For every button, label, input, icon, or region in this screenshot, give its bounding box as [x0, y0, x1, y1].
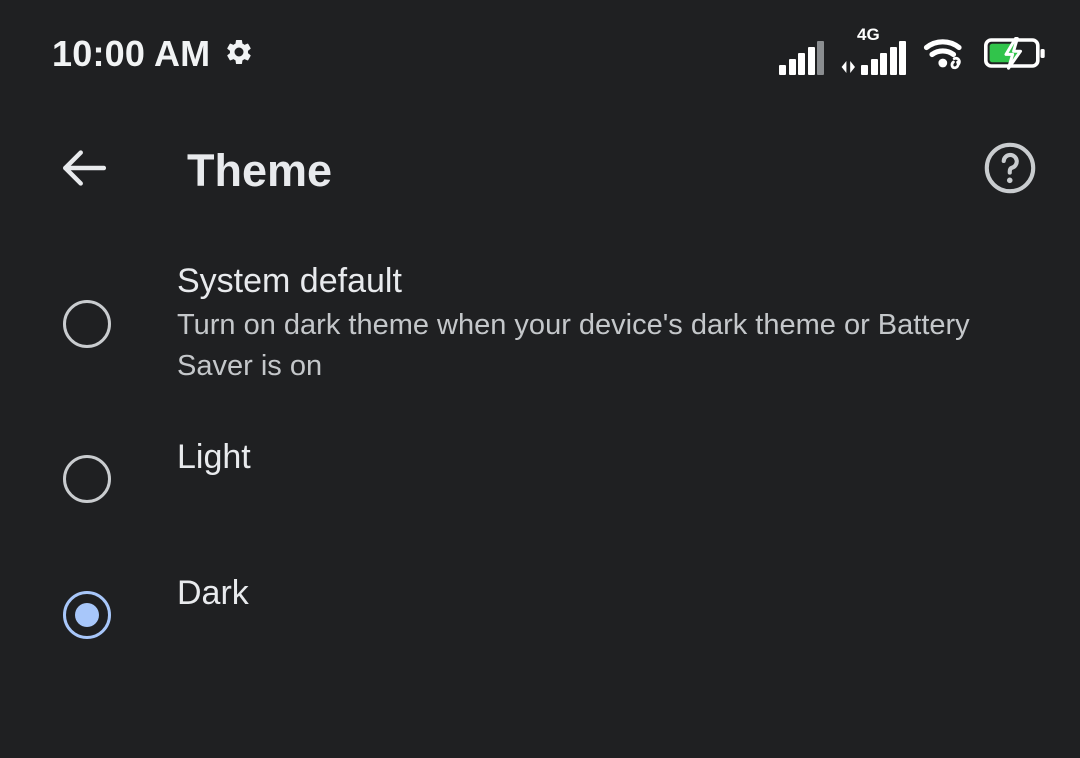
network-type-label: 4G [857, 24, 880, 44]
gear-icon [224, 37, 254, 72]
theme-option-dark[interactable]: Dark [0, 573, 1080, 657]
option-text-system-default: System default Turn on dark theme when y… [177, 261, 1022, 387]
cellular-bars-secondary-icon [861, 40, 906, 75]
data-transfer-arrows-icon [841, 41, 857, 75]
app-bar: Theme [0, 108, 1080, 233]
option-text-light: Light [177, 437, 251, 477]
help-button[interactable] [978, 139, 1042, 203]
cellular-signal-icon [779, 40, 824, 75]
radio-cell-system-default [52, 300, 177, 349]
option-label-dark: Dark [177, 574, 249, 613]
arrow-back-icon [56, 140, 112, 201]
radio-button-system-default[interactable] [63, 300, 111, 349]
option-description-system-default: Turn on dark theme when your device's da… [177, 309, 970, 383]
theme-option-light[interactable]: Light [0, 437, 1080, 521]
battery-charging-icon [983, 36, 1046, 75]
option-label-system-default: System default [177, 262, 402, 300]
status-bar-clock: 10:00 AM [52, 33, 211, 74]
radio-cell-light [52, 455, 177, 504]
wifi-connected-icon [923, 34, 967, 75]
back-button[interactable] [52, 139, 116, 203]
option-text-dark: Dark [177, 573, 249, 613]
help-circle-icon [981, 139, 1039, 202]
option-label-light: Light [177, 438, 251, 477]
radio-cell-dark [52, 591, 177, 640]
cellular-signal-4g-icon: 4G [841, 26, 906, 75]
radio-button-light[interactable] [63, 455, 111, 504]
status-bar-right: 4G [779, 26, 1046, 75]
page-title: Theme [187, 145, 333, 196]
radio-button-dark[interactable] [63, 591, 111, 640]
theme-option-system-default[interactable]: System default Turn on dark theme when y… [0, 261, 1080, 387]
status-bar: 10:00 AM 4G [0, 0, 1080, 108]
status-bar-left: 10:00 AM [52, 36, 254, 72]
theme-options-list: System default Turn on dark theme when y… [0, 233, 1080, 657]
